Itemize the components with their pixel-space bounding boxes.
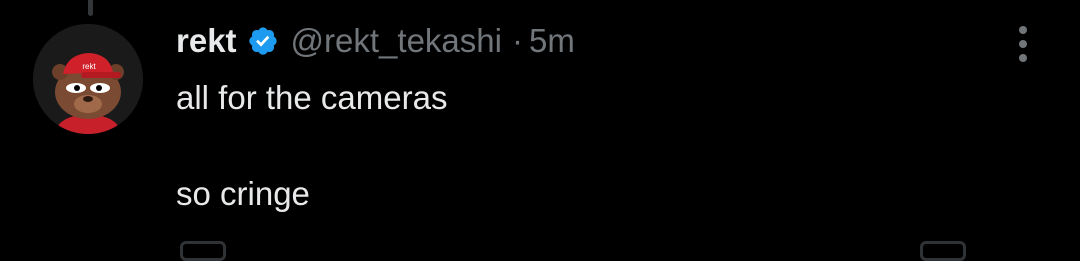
tweet-text: all for the cameras so cringe (176, 74, 976, 218)
reply-icon[interactable] (180, 241, 226, 261)
more-options-icon[interactable] (1007, 24, 1039, 64)
tweet-text-line: all for the cameras (176, 79, 448, 116)
display-name[interactable]: rekt (176, 22, 237, 60)
avatar[interactable]: rekt (33, 24, 143, 134)
more-dot (1019, 54, 1027, 62)
user-handle[interactable]: @rekt_tekashi (291, 22, 502, 60)
avatar-image: rekt (33, 24, 143, 134)
hat-logo-text: rekt (82, 62, 96, 71)
thread-connector-line (88, 0, 93, 16)
tweet-header: rekt @rekt_tekashi · 5m (176, 20, 575, 62)
more-dot (1019, 26, 1027, 34)
share-icon[interactable] (920, 241, 966, 261)
tweet-text-line: so cringe (176, 175, 310, 212)
verified-badge-icon[interactable] (247, 25, 279, 57)
tweet-text-blank-line (176, 122, 976, 170)
more-dot (1019, 40, 1027, 48)
timestamp[interactable]: 5m (529, 22, 575, 60)
separator-dot: · (511, 22, 523, 59)
